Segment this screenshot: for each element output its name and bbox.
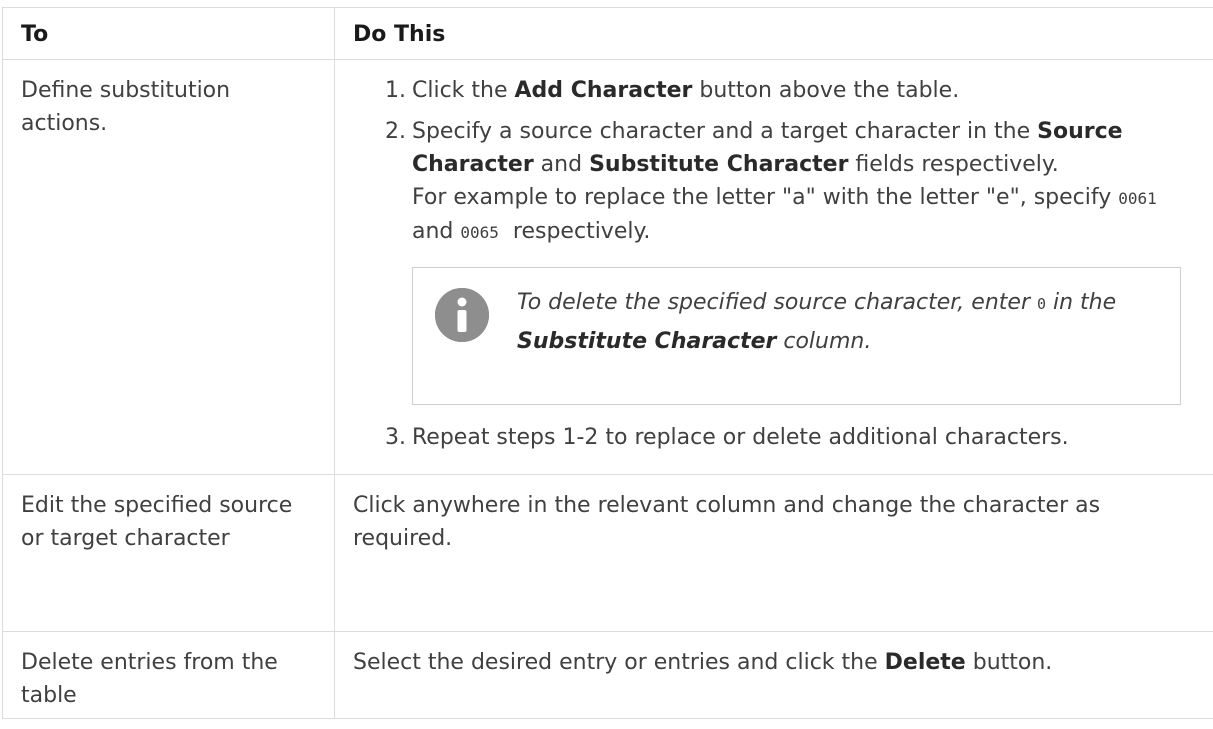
cell-to: Define substitution actions. — [2, 59, 335, 475]
table-row: Edit the specified source or target char… — [2, 474, 1213, 632]
note-text: To delete the specified source character… — [517, 284, 1166, 360]
note-box: To delete the specified source character… — [412, 267, 1181, 405]
cell-to: Delete entries from the table — [2, 631, 335, 719]
example-text: and — [412, 219, 461, 244]
list-item: 1 Click the Add Character button above t… — [353, 74, 1197, 107]
example-text: For example to replace the letter "a" wi… — [412, 185, 1119, 210]
note-text-part: To delete the specified source character… — [517, 290, 1037, 315]
step-text: fields respectively. — [848, 152, 1059, 177]
example-text: respectively. — [498, 219, 651, 244]
note-box-wrapper: To delete the specified source character… — [353, 267, 1197, 405]
step-text: and — [533, 152, 590, 177]
code-value: 0 — [1036, 295, 1047, 313]
instructions-table: To Do This Define substitution actions. … — [2, 7, 1213, 719]
cell-do-this: Click anywhere in the relevant column an… — [334, 474, 1213, 632]
step-text: Specify a source character and a target … — [412, 119, 1038, 144]
table-header-row: To Do This — [2, 7, 1213, 60]
cell-to: Edit the specified source or target char… — [2, 474, 335, 632]
cell-do-this: 1 Click the Add Character button above t… — [334, 59, 1213, 475]
note-text-part: in the — [1046, 290, 1117, 315]
column-header-to: To — [2, 7, 335, 60]
cell-do-this: Select the desired entry or entries and … — [334, 631, 1213, 719]
steps-list: 1 Click the Add Character button above t… — [353, 74, 1197, 454]
note-text-part: column. — [776, 329, 872, 354]
step-text: button above the table. — [692, 78, 960, 103]
ui-term: Add Character — [514, 78, 693, 103]
code-value: 0061 — [1118, 189, 1157, 208]
list-item: 2 Specify a source character and a targe… — [353, 115, 1197, 249]
info-icon — [435, 288, 489, 342]
cell-text: button. — [965, 650, 1053, 675]
ui-term: Substitute Character — [517, 329, 777, 354]
ui-term: Delete — [884, 650, 966, 675]
table-row: Define substitution actions. 1 Click the… — [2, 59, 1213, 475]
code-value: 0065 — [460, 223, 499, 242]
cell-text: Select the desired entry or entries and … — [353, 650, 885, 675]
step-text: Click the — [412, 78, 515, 103]
step-text: Repeat steps 1-2 to replace or delete ad… — [412, 425, 1069, 450]
table-row: Delete entries from the table Select the… — [2, 631, 1213, 719]
ui-term: Substitute Character — [589, 152, 849, 177]
step-number: 3 — [368, 421, 406, 454]
column-header-do-this: Do This — [334, 7, 1213, 60]
list-item: 3 Repeat steps 1-2 to replace or delete … — [353, 421, 1197, 454]
step-number: 2 — [368, 115, 406, 148]
step-number: 1 — [368, 74, 406, 107]
